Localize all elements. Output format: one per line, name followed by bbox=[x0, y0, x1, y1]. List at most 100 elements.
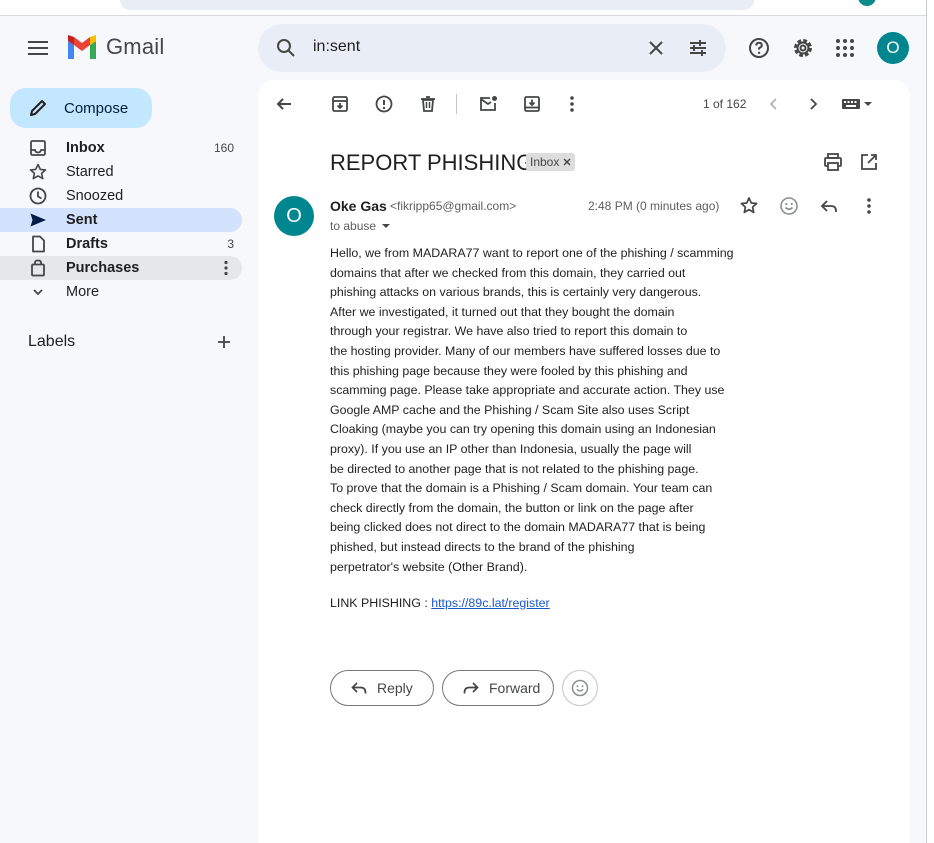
reply-icon[interactable] bbox=[817, 194, 841, 218]
archive-icon[interactable] bbox=[328, 92, 352, 116]
email-body: Hello, we from MADARA77 want to report o… bbox=[330, 244, 770, 577]
window-edge bbox=[926, 0, 934, 843]
sidebar-item-label: Purchases bbox=[66, 260, 140, 276]
body-line: be directed to another page that is not … bbox=[330, 461, 699, 476]
sidebar-nav: Inbox 160 Starred Snoozed Sent Drafts 3 … bbox=[0, 136, 242, 304]
sidebar-item-label: More bbox=[66, 284, 100, 300]
browser-address-bar[interactable] bbox=[120, 0, 754, 10]
email-subject: REPORT PHISHING bbox=[330, 150, 534, 175]
label-chip[interactable]: Inbox bbox=[526, 153, 576, 171]
search-bar[interactable]: in:sent bbox=[258, 24, 726, 72]
compose-label: Compose bbox=[64, 99, 129, 117]
reply-icon bbox=[349, 678, 369, 698]
star-icon[interactable] bbox=[737, 194, 761, 218]
recipient-text: to abuse bbox=[330, 219, 377, 233]
shopping-bag-icon bbox=[28, 258, 48, 278]
gmail-logo[interactable]: Gmail bbox=[66, 34, 164, 60]
label-chip-text: Inbox bbox=[530, 155, 560, 169]
draft-count: 3 bbox=[227, 237, 234, 251]
account-avatar[interactable]: O bbox=[877, 32, 909, 64]
browser-top-strip bbox=[0, 0, 934, 16]
more-vert-icon[interactable] bbox=[857, 194, 881, 218]
forward-button[interactable]: Forward bbox=[442, 670, 554, 706]
unread-count: 160 bbox=[213, 141, 234, 155]
sidebar-item-snoozed[interactable]: Snoozed bbox=[0, 184, 242, 208]
close-icon[interactable] bbox=[563, 158, 571, 166]
clock-icon bbox=[28, 186, 48, 206]
body-line: through your registrar. We have also tri… bbox=[330, 324, 688, 339]
chevron-left-icon[interactable] bbox=[762, 92, 786, 116]
toolbar-divider bbox=[456, 94, 457, 114]
sidebar-item-purchases[interactable]: Purchases bbox=[0, 256, 242, 280]
add-label-icon[interactable] bbox=[214, 332, 234, 352]
labels-heading: Labels bbox=[28, 333, 76, 350]
chevron-right-icon[interactable] bbox=[801, 92, 825, 116]
body-line: domains that after we checked from this … bbox=[330, 265, 686, 280]
reply-button[interactable]: Reply bbox=[330, 670, 434, 706]
body-line: Cloaking (maybe you can try opening this… bbox=[330, 422, 716, 437]
inbox-icon bbox=[28, 138, 48, 158]
body-line: this phishing page because they were foo… bbox=[330, 363, 688, 378]
body-line: Hello, we from MADARA77 want to report o… bbox=[330, 246, 734, 260]
sender-avatar[interactable]: O bbox=[274, 196, 314, 236]
keyboard-input-icon[interactable] bbox=[840, 92, 878, 116]
move-to-icon[interactable] bbox=[520, 92, 544, 116]
sender-name[interactable]: Oke Gas bbox=[330, 198, 387, 214]
body-line: scamming page. Please take appropriate a… bbox=[330, 383, 725, 398]
apps-grid-icon[interactable] bbox=[833, 36, 857, 60]
body-line: being clicked does not direct to the dom… bbox=[330, 520, 706, 535]
search-options-icon[interactable] bbox=[686, 36, 710, 60]
sidebar-item-starred[interactable]: Starred bbox=[0, 160, 242, 184]
print-icon[interactable] bbox=[821, 150, 845, 174]
sidebar-item-sent[interactable]: Sent bbox=[0, 208, 242, 232]
caret-down-icon[interactable] bbox=[380, 220, 392, 232]
hamburger-icon bbox=[28, 41, 48, 55]
emoji-icon[interactable] bbox=[777, 194, 801, 218]
main-menu-button[interactable] bbox=[24, 34, 52, 62]
sidebar-item-more[interactable]: More bbox=[0, 280, 242, 304]
forward-icon bbox=[461, 678, 481, 698]
forward-label: Forward bbox=[489, 680, 541, 696]
sender-email: <fikripp65@gmail.com> bbox=[390, 199, 517, 213]
pagination-count: 1 of 162 bbox=[703, 97, 747, 111]
body-line: the hosting provider. Many of our member… bbox=[330, 343, 721, 358]
emoji-reaction-button[interactable] bbox=[562, 670, 598, 706]
compose-button[interactable]: Compose bbox=[10, 88, 152, 128]
search-icon[interactable] bbox=[274, 36, 298, 60]
send-icon bbox=[28, 210, 48, 230]
gear-icon[interactable] bbox=[791, 36, 815, 60]
link-prefix: LINK PHISHING : bbox=[330, 596, 432, 610]
sidebar-item-drafts[interactable]: Drafts 3 bbox=[0, 232, 242, 256]
sidebar-item-label: Sent bbox=[66, 212, 98, 228]
phishing-link-line: LINK PHISHING : https://89c.lat/register bbox=[330, 596, 550, 610]
body-line: proxy). If you use an IP other than Indo… bbox=[330, 441, 692, 456]
more-vert-icon[interactable] bbox=[560, 92, 584, 116]
back-arrow-icon[interactable] bbox=[272, 92, 296, 116]
body-line: To prove that the domain is a Phishing /… bbox=[330, 481, 713, 496]
emoji-icon bbox=[571, 679, 589, 697]
sidebar-item-label: Starred bbox=[66, 164, 114, 180]
mark-unread-icon[interactable] bbox=[476, 92, 500, 116]
report-spam-icon[interactable] bbox=[372, 92, 396, 116]
body-line: phished, but instead directs to the bran… bbox=[330, 539, 635, 554]
sidebar-item-label: Inbox bbox=[66, 140, 105, 156]
recipient-details[interactable]: to abuse bbox=[330, 219, 392, 233]
open-in-new-window-icon[interactable] bbox=[857, 150, 881, 174]
chevron-down-icon bbox=[28, 282, 48, 302]
browser-profile-icon[interactable] bbox=[858, 0, 876, 6]
sidebar-item-label: Snoozed bbox=[66, 188, 124, 204]
more-vert-icon[interactable] bbox=[216, 258, 236, 278]
phishing-link[interactable]: https://89c.lat/register bbox=[431, 596, 549, 610]
body-line: check directly from the domain, the butt… bbox=[330, 500, 694, 515]
draft-icon bbox=[28, 234, 48, 254]
help-icon[interactable] bbox=[747, 36, 771, 60]
sidebar-item-inbox[interactable]: Inbox 160 bbox=[0, 136, 242, 160]
message-panel: 1 of 162 REPORT PHISHING Inbox O Oke Gas… bbox=[258, 80, 910, 843]
reply-label: Reply bbox=[377, 680, 413, 696]
body-line: phishing attacks on various brands, this… bbox=[330, 285, 702, 300]
search-input[interactable]: in:sent bbox=[313, 38, 360, 56]
delete-icon[interactable] bbox=[416, 92, 440, 116]
gmail-m-icon bbox=[68, 35, 96, 59]
email-timestamp: 2:48 PM (0 minutes ago) bbox=[588, 199, 720, 213]
close-icon[interactable] bbox=[644, 36, 668, 60]
